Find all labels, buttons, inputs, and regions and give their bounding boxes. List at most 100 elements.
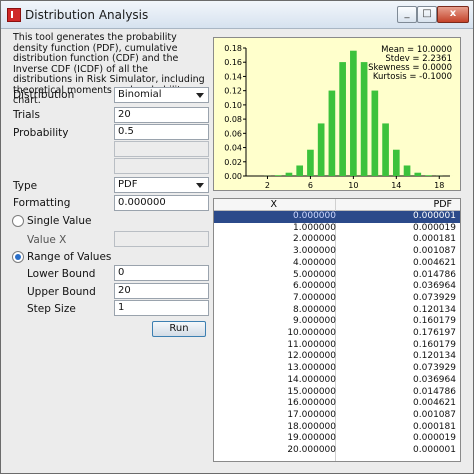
cell-x: 16.000000 <box>287 398 336 409</box>
cell-pdf: 0.014786 <box>413 386 456 397</box>
cell-x: 12.000000 <box>287 351 336 362</box>
table-row[interactable]: 5.000000 0.014786 <box>214 270 460 282</box>
value-x-label: Value X <box>27 234 67 246</box>
cell-pdf: 0.000181 <box>413 421 456 432</box>
cell-x: 5.000000 <box>293 269 336 280</box>
lower-bound-label: Lower Bound <box>27 268 96 280</box>
y-tick-label: 0.18 <box>224 44 242 53</box>
cell-pdf: 0.014786 <box>413 269 456 280</box>
cell-pdf: 0.120134 <box>413 304 456 315</box>
table-row[interactable]: 6.000000 0.036964 <box>214 281 460 293</box>
cell-pdf: 0.000001 <box>413 211 456 221</box>
table-row[interactable]: 4.000000 0.004621 <box>214 258 460 270</box>
table-row[interactable]: 9.000000 0.160179 <box>214 316 460 328</box>
distribution-select[interactable]: Binomial <box>114 87 209 103</box>
pdf-bar <box>360 62 368 176</box>
upper-bound-label: Upper Bound <box>27 286 96 298</box>
pdf-bar <box>274 175 282 176</box>
table-row[interactable]: 14.000000 0.036964 <box>214 375 460 387</box>
cell-pdf: 0.000019 <box>413 433 456 444</box>
column-header-pdf: PDF <box>433 199 452 210</box>
table-row[interactable]: 12.000000 0.120134 <box>214 351 460 363</box>
parameter-4-input[interactable] <box>114 158 209 174</box>
range-of-values-radio[interactable] <box>12 251 24 263</box>
pdf-bar <box>317 123 325 176</box>
y-tick-label: 0.00 <box>224 172 242 181</box>
table-row[interactable]: 11.000000 0.160179 <box>214 340 460 352</box>
cell-pdf: 0.176197 <box>413 328 456 338</box>
cell-x: 10.000000 <box>287 328 336 338</box>
cell-x: 17.000000 <box>287 409 336 420</box>
maximize-button[interactable]: □ <box>417 6 437 23</box>
table-row[interactable]: 10.000000 0.176197 <box>214 328 460 340</box>
trials-input[interactable]: 20 <box>114 107 209 123</box>
y-tick-label: 0.10 <box>224 101 242 110</box>
table-row[interactable]: 20.000000 0.000001 <box>214 445 460 457</box>
cell-x: 13.000000 <box>287 363 336 374</box>
pdf-bar <box>371 90 379 176</box>
cell-x: 1.000000 <box>293 222 336 233</box>
pdf-bar <box>285 172 293 176</box>
table-row[interactable]: 16.000000 0.004621 <box>214 398 460 410</box>
probability-input[interactable]: 0.5 <box>114 124 209 140</box>
pdf-bar <box>414 172 422 176</box>
formatting-input[interactable]: 0.000000 <box>114 195 209 211</box>
parameter-3-input[interactable] <box>114 141 209 157</box>
pdf-bar <box>382 123 389 176</box>
cell-x: 9.000000 <box>293 316 336 327</box>
upper-bound-input[interactable]: 20 <box>114 283 209 299</box>
type-label: Type <box>13 180 38 192</box>
close-button[interactable]: x <box>437 6 469 23</box>
table-row[interactable]: 0.000000 0.000001 <box>214 211 460 223</box>
y-tick-label: 0.16 <box>224 58 242 67</box>
cell-x: 15.000000 <box>287 386 336 397</box>
app-icon <box>7 8 21 22</box>
cell-x: 0.000000 <box>293 211 336 221</box>
value-x-input[interactable] <box>114 231 209 247</box>
table-row[interactable]: 15.000000 0.014786 <box>214 387 460 399</box>
y-tick-label: 0.04 <box>224 144 242 153</box>
type-value: PDF <box>118 179 138 190</box>
cell-x: 8.000000 <box>293 304 336 315</box>
lower-bound-input[interactable]: 0 <box>114 265 209 281</box>
table-row[interactable]: 17.000000 0.001087 <box>214 410 460 422</box>
moments-box: Mean = 10.0000 Stdev = 2.2361 Skewness =… <box>368 46 452 82</box>
single-value-label[interactable]: Single Value <box>27 215 91 227</box>
y-tick-label: 0.14 <box>224 72 242 81</box>
cell-x: 3.000000 <box>293 246 336 257</box>
formatting-label: Formatting <box>13 197 71 209</box>
pdf-bar <box>339 62 346 176</box>
pdf-chart: 0.18 0.16 0.14 0.12 0.10 0.08 0.06 0.04 0.02 0.00… <box>213 37 461 191</box>
x-tick-label: 14 <box>391 181 401 190</box>
cell-pdf: 0.073929 <box>413 292 456 303</box>
cell-pdf: 0.000019 <box>413 222 456 233</box>
table-row[interactable]: 7.000000 0.073929 <box>214 293 460 305</box>
results-table[interactable]: X PDF 0.000000 0.000001 1.000000 0.000019 2.… <box>213 198 461 462</box>
step-size-input[interactable]: 1 <box>114 300 209 316</box>
table-row[interactable]: 13.000000 0.073929 <box>214 363 460 375</box>
table-row[interactable]: 1.000000 0.000019 <box>214 223 460 235</box>
distribution-label: Distribution <box>13 89 75 101</box>
title-bar[interactable]: Distribution Analysis _ □ x <box>1 1 473 29</box>
cell-pdf: 0.000181 <box>413 234 456 245</box>
single-value-radio[interactable] <box>12 215 24 227</box>
table-row[interactable]: 19.000000 0.000019 <box>214 433 460 445</box>
cell-x: 4.000000 <box>293 257 336 268</box>
table-row[interactable]: 3.000000 0.001087 <box>214 246 460 258</box>
pdf-bar <box>350 50 357 176</box>
cell-x: 6.000000 <box>293 281 336 292</box>
run-button[interactable]: Run <box>152 321 206 337</box>
table-row[interactable]: 8.000000 0.120134 <box>214 305 460 317</box>
table-row[interactable]: 18.000000 0.000181 <box>214 422 460 434</box>
cell-x: 18.000000 <box>287 421 336 432</box>
table-row[interactable]: 2.000000 0.000181 <box>214 234 460 246</box>
type-select[interactable]: PDF <box>114 177 209 193</box>
minimize-button[interactable]: _ <box>397 6 417 23</box>
cell-pdf: 0.004621 <box>413 398 456 409</box>
chevron-down-icon <box>196 183 204 188</box>
cell-x: 2.000000 <box>293 234 336 245</box>
cell-x: 19.000000 <box>287 433 336 444</box>
cell-pdf: 0.160179 <box>413 339 456 350</box>
range-of-values-label[interactable]: Range of Values <box>27 251 111 263</box>
window-title: Distribution Analysis <box>25 8 149 22</box>
